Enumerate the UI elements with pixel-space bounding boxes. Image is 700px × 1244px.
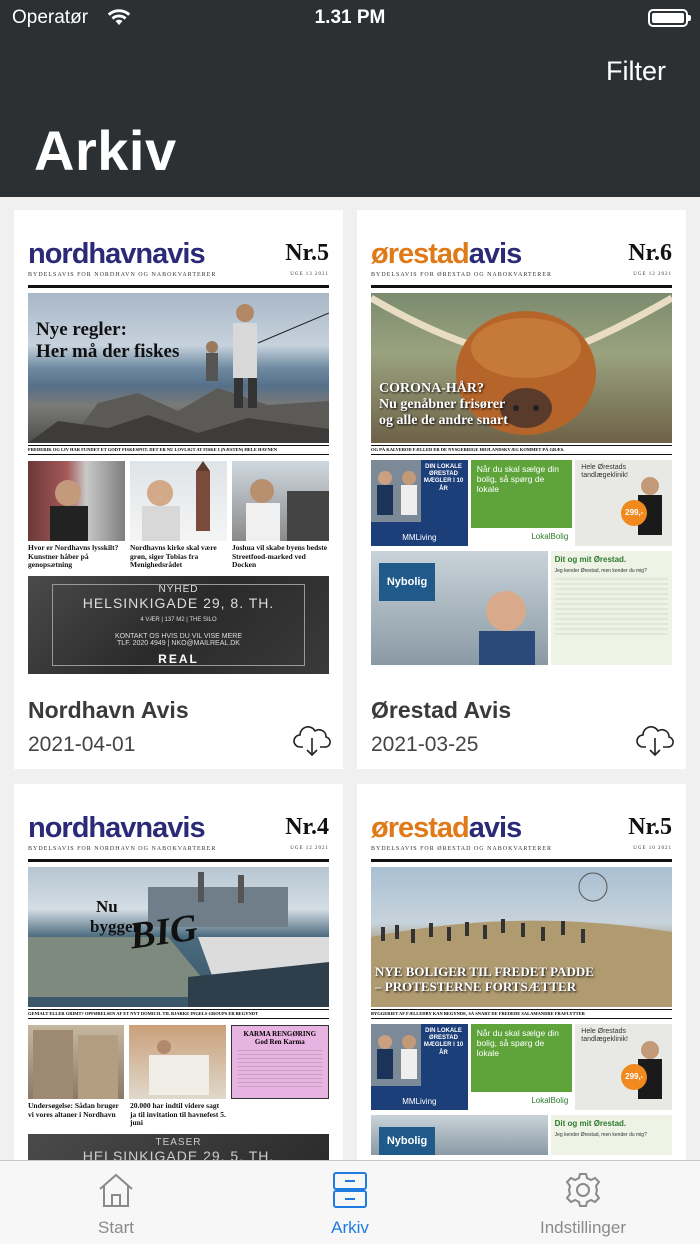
- issue-number: Nr.6: [628, 240, 672, 266]
- ad-dentist: Hele Ørestads tandlægeklinik! 299,-: [575, 1024, 672, 1110]
- masthead-title: ørestadavis: [371, 238, 522, 270]
- download-icon[interactable]: [293, 725, 331, 762]
- issue-number: Nr.5: [285, 240, 329, 266]
- battery-icon: [648, 9, 691, 27]
- card-date: 2021-03-25: [371, 733, 479, 756]
- masthead-title: nordhavnavis: [28, 238, 206, 270]
- ad-row: DIN LOKALE ØRESTAD MÆGLER I 10 ÅR MMLivi…: [371, 460, 672, 546]
- nav-header: Operatør 1.31 PM Filter Arkiv: [0, 0, 700, 197]
- clock: 1.31 PM: [314, 7, 386, 28]
- ad-row: Nybolig Dit og mit Ørestad. Jeg kender Ø…: [371, 551, 672, 665]
- tab-start[interactable]: Start: [26, 1171, 206, 1238]
- archive-card[interactable]: nordhavnavis Nr.5 BYDELSAVIS FOR NORDHAV…: [14, 210, 343, 769]
- story-thumbnails: KARMA RENGØRING God Ren Karma: [28, 1025, 329, 1099]
- tab-label: Start: [98, 1218, 134, 1237]
- hero-headline: Nu bygger BIG: [90, 897, 201, 958]
- cover-image[interactable]: ørestadavis Nr.5 BYDELSAVIS FOR ØRESTAD …: [371, 812, 672, 1155]
- masthead-subtitle: BYDELSAVIS FOR ØRESTAD OG NABOKVARTERER: [371, 846, 552, 852]
- thumb-photo: [130, 461, 227, 541]
- masthead-title: nordhavnavis: [28, 812, 206, 844]
- ad-lokalbolig: Når du skal sælge din bolig, så spørg de…: [470, 460, 573, 546]
- ad-realtor: Dit og mit Ørestad. Jeg kender Ørestad, …: [550, 1115, 672, 1155]
- tab-label: Arkiv: [331, 1218, 369, 1237]
- cover-image[interactable]: nordhavnavis Nr.5 BYDELSAVIS FOR NORDHAV…: [28, 238, 329, 674]
- hero-photo: NYE BOLIGER TIL FREDET PADDE – PROTESTER…: [371, 867, 672, 1007]
- ad-banner: NYHED HELSINKIGADE 29, 8. TH. 4 VÆR | 13…: [28, 575, 329, 674]
- hero-headline: NYE BOLIGER TIL FREDET PADDE – PROTESTER…: [375, 964, 594, 994]
- issue-number: Nr.5: [628, 814, 672, 840]
- thumb-captions: Hvor er Nordhavns lysskilt? Kunstner håb…: [28, 543, 328, 570]
- issue-week: UGE 13 2021: [290, 272, 329, 277]
- hero-headline: CORONA-HÅR? Nu genåbner frisører og alle…: [379, 381, 508, 429]
- tab-label: Indstillinger: [540, 1218, 626, 1237]
- cover-image[interactable]: nordhavnavis Nr.4 BYDELSAVIS FOR NORDHAV…: [28, 812, 329, 1174]
- ad-nybolig: Nybolig: [371, 551, 548, 665]
- story-thumbnails: [28, 461, 329, 541]
- ad-mmliving: DIN LOKALE ØRESTAD MÆGLER I 10 ÅR MMLivi…: [371, 460, 468, 546]
- ad-realtor: Dit og mit Ørestad. Jeg kender Ørestad, …: [550, 551, 672, 665]
- masthead: ørestadavis Nr.6 BYDELSAVIS FOR ØRESTAD …: [371, 238, 672, 288]
- masthead-subtitle: BYDELSAVIS FOR NORDHAVN OG NABOKVARTERER: [28, 846, 217, 852]
- masthead: ørestadavis Nr.5 BYDELSAVIS FOR ØRESTAD …: [371, 812, 672, 862]
- archive-card[interactable]: nordhavnavis Nr.4 BYDELSAVIS FOR NORDHAV…: [14, 784, 343, 1174]
- tab-bar: Start Arkiv Indstillinger: [0, 1160, 700, 1244]
- archive-card[interactable]: ørestadavis Nr.6 BYDELSAVIS FOR ØRESTAD …: [357, 210, 686, 769]
- archive-card[interactable]: ørestadavis Nr.5 BYDELSAVIS FOR ØRESTAD …: [357, 784, 686, 1164]
- thumb-photo: [129, 1025, 226, 1099]
- issue-number: Nr.4: [285, 814, 329, 840]
- issue-week: UGE 12 2021: [633, 272, 672, 277]
- hero-headline: Nye regler: Her må der fiskes: [36, 319, 180, 362]
- archive-icon: [333, 1172, 367, 1208]
- thumb-photo: [28, 461, 125, 541]
- hero-caption: FREDERIK OG LIV HAR FUNDET ET GODT FISKE…: [28, 445, 329, 455]
- masthead-subtitle: BYDELSAVIS FOR ØRESTAD OG NABOKVARTERER: [371, 272, 552, 278]
- issue-week: UGE 12 2021: [290, 846, 329, 851]
- masthead-title: ørestadavis: [371, 812, 522, 844]
- thumb-captions: Undersøgelse: Sådan bruger vi vores alta…: [28, 1101, 226, 1128]
- tab-indstillinger[interactable]: Indstillinger: [493, 1171, 673, 1238]
- thumb-photo: [28, 1025, 125, 1099]
- page-title: Arkiv: [34, 119, 177, 182]
- hero-photo: Nu bygger BIG: [28, 867, 329, 1007]
- issue-week: UGE 10 2021: [633, 846, 672, 851]
- card-title: Ørestad Avis: [371, 697, 512, 723]
- download-icon[interactable]: [636, 725, 674, 762]
- ad-row: DIN LOKALE ØRESTAD MÆGLER I 10 ÅR MMLivi…: [371, 1024, 672, 1110]
- masthead-subtitle: BYDELSAVIS FOR NORDHAVN OG NABOKVARTERER: [28, 272, 217, 278]
- karma-ad: KARMA RENGØRING God Ren Karma: [230, 1025, 329, 1099]
- tab-arkiv[interactable]: Arkiv: [260, 1171, 440, 1238]
- gear-icon: [565, 1173, 601, 1207]
- hero-caption: BYGGERIET AF FÆLLEDBY KAN BEGYNDE, SÅ SN…: [371, 1009, 672, 1019]
- thumb-photo: [232, 461, 329, 541]
- card-title: Nordhavn Avis: [28, 697, 189, 723]
- ad-row: Nybolig Dit og mit Ørestad. Jeg kender Ø…: [371, 1115, 672, 1155]
- ad-lokalbolig: Når du skal sælge din bolig, så spørg de…: [470, 1024, 573, 1110]
- ad-dentist: Hele Ørestads tandlægeklinik! 299,-: [575, 460, 672, 546]
- ad-nybolig: Nybolig: [371, 1115, 548, 1155]
- status-bar: Operatør 1.31 PM: [0, 0, 700, 36]
- masthead: nordhavnavis Nr.5 BYDELSAVIS FOR NORDHAV…: [28, 238, 329, 288]
- hero-photo: CORONA-HÅR? Nu genåbner frisører og alle…: [371, 293, 672, 443]
- home-icon: [99, 1173, 133, 1207]
- hero-caption: OG PÅ KALVEBOD FÆLLED ER DE NYSGERRIGE H…: [371, 445, 672, 455]
- ad-mmliving: DIN LOKALE ØRESTAD MÆGLER I 10 ÅR MMLivi…: [371, 1024, 468, 1110]
- masthead: nordhavnavis Nr.4 BYDELSAVIS FOR NORDHAV…: [28, 812, 329, 862]
- cover-image[interactable]: ørestadavis Nr.6 BYDELSAVIS FOR ØRESTAD …: [371, 238, 672, 665]
- card-date: 2021-04-01: [28, 733, 136, 756]
- hero-photo: Nye regler: Her må der fiskes: [28, 293, 329, 443]
- filter-button[interactable]: Filter: [606, 56, 666, 87]
- hero-caption: GENIALT ELLER GRIMT? OPFØRELSEN AF ET NY…: [28, 1009, 329, 1019]
